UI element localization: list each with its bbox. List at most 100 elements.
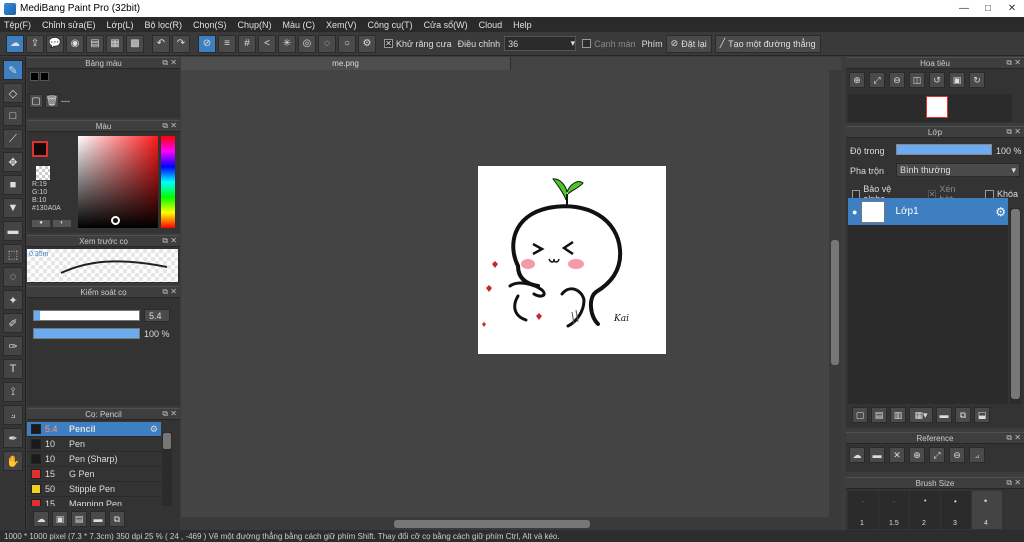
navigator-preview[interactable] <box>848 94 1012 122</box>
vanish-snap-icon[interactable]: < <box>258 34 276 53</box>
palette-swatch[interactable] <box>30 72 39 81</box>
eyedropper-tool-icon[interactable]: ⟓ <box>3 405 23 425</box>
menu-edit[interactable]: Chỉnh sửa(E) <box>42 20 96 30</box>
eyedropper-icon[interactable]: ⟓ <box>969 447 985 463</box>
brush-size-option[interactable]: · 1 <box>848 491 878 529</box>
brush-size-option[interactable]: • 3 <box>941 491 971 529</box>
new-layer-1bit-icon[interactable]: ▥ <box>890 407 906 423</box>
fit-window-icon[interactable]: ▣ <box>949 72 965 88</box>
template-icon[interactable]: ▦ <box>106 34 124 53</box>
gear-icon[interactable]: ⚙ <box>358 34 376 53</box>
rect-tool-icon[interactable]: □ <box>3 106 23 126</box>
comment-icon[interactable]: 💬 <box>46 34 64 53</box>
select-eraser-tool-icon[interactable]: ✑ <box>3 336 23 356</box>
brush-size-option[interactable]: • 2 <box>910 491 940 529</box>
document-icon[interactable]: ▤ <box>86 34 104 53</box>
menu-window[interactable]: Cửa sổ(W) <box>424 20 468 30</box>
brush-list-item[interactable]: 10 Pen (Sharp) <box>27 452 161 467</box>
close-icon[interactable]: ✕ <box>889 447 905 463</box>
palette-swatch[interactable] <box>40 72 49 81</box>
brush-list-item[interactable]: 5.4 Pencil ⚙ <box>27 422 161 437</box>
brush-list-item[interactable]: 15 Mapping Pen <box>27 497 161 506</box>
document-tab[interactable]: me.png <box>181 57 511 70</box>
grid-icon[interactable]: ▩ <box>126 34 144 53</box>
merge-layer-icon[interactable]: ⬓ <box>974 407 990 423</box>
minimize-button[interactable]: — <box>952 0 976 17</box>
select-rect-tool-icon[interactable]: ⬚ <box>3 244 23 264</box>
move-tool-icon[interactable]: ✥ <box>3 152 23 172</box>
close-button[interactable]: ✕ <box>1000 0 1024 17</box>
gear-icon[interactable]: ⚙ <box>995 205 1006 219</box>
horizontal-scrollbar[interactable] <box>181 517 841 530</box>
brush-list-item[interactable]: 50 Stipple Pen <box>27 482 161 497</box>
brush-size-option[interactable]: • 4 <box>972 491 1002 529</box>
brush-size-value[interactable]: 5.4 <box>144 309 170 322</box>
brush-tool-icon[interactable]: ✎ <box>3 60 23 80</box>
pen-tool-icon[interactable]: ✒ <box>3 428 23 448</box>
text-tool-icon[interactable]: T <box>3 359 23 379</box>
blend-mode-select[interactable]: Bình thường ▾ <box>896 163 1020 177</box>
reset-button[interactable]: ⊘ Đặt lại <box>665 34 712 53</box>
edge-checkbox[interactable]: Cạnh màn <box>582 39 636 49</box>
magic-wand-tool-icon[interactable]: ✦ <box>3 290 23 310</box>
menu-snap[interactable]: Chụp(N) <box>238 20 272 30</box>
duplicate-layer-icon[interactable]: ⧉ <box>955 407 971 423</box>
no-snap-icon[interactable]: ⊘ <box>198 34 216 53</box>
new-layer-menu-icon[interactable]: ▦▾ <box>909 407 933 423</box>
canvas-page[interactable]: Kai <box>478 166 666 354</box>
rotate-left-icon[interactable]: ↺ <box>929 72 945 88</box>
menu-tools[interactable]: Công cụ(T) <box>368 20 413 30</box>
foreground-color[interactable] <box>32 141 48 157</box>
rotate-right-icon[interactable]: ↻ <box>969 72 985 88</box>
transparent-swatch[interactable] <box>36 166 50 180</box>
fit-icon[interactable]: ⤢ <box>929 447 945 463</box>
export-icon[interactable]: ⇪ <box>26 34 44 53</box>
divide-tool-icon[interactable]: ⟟ <box>3 382 23 402</box>
menu-layer[interactable]: Lớp(L) <box>107 20 134 30</box>
visibility-icon[interactable]: ● <box>852 207 857 217</box>
color-saturation-picker[interactable] <box>78 136 158 228</box>
panel-close-icon[interactable]: ⧉ ✕ <box>162 58 177 68</box>
zoom-in-icon[interactable]: ⊕ <box>909 447 925 463</box>
actual-size-icon[interactable]: ◫ <box>909 72 925 88</box>
straight-line-button[interactable]: ╱ Tạo một đường thẳng <box>714 34 821 53</box>
brush-size-slider[interactable] <box>33 310 140 321</box>
folder-icon[interactable]: ▬ <box>936 407 952 423</box>
brush-settings-icon[interactable]: ▤ <box>71 511 87 527</box>
adjust-dropdown[interactable]: 36 ▾ <box>504 36 577 51</box>
zoom-out-icon[interactable]: ⊖ <box>889 72 905 88</box>
bucket-tool-icon[interactable]: ▼ <box>3 198 23 218</box>
zoom-in-icon[interactable]: ⊕ <box>849 72 865 88</box>
hue-slider[interactable] <box>161 136 175 228</box>
circle-snap-icon[interactable]: ◎ <box>298 34 316 53</box>
cloud-icon[interactable]: ☁ <box>6 34 24 53</box>
folder-open-icon[interactable]: ▬ <box>869 447 885 463</box>
cross-snap-icon[interactable]: # <box>238 34 256 53</box>
layer-opacity-slider[interactable] <box>896 144 992 155</box>
select-pen-tool-icon[interactable]: ✐ <box>3 313 23 333</box>
antialias-checkbox[interactable]: ✕ Khử răng cưa <box>384 39 452 49</box>
undo-icon[interactable]: ↶ <box>152 34 170 53</box>
menu-filter[interactable]: Bộ lọc(R) <box>144 20 182 30</box>
parallel-snap-icon[interactable]: ≡ <box>218 34 236 53</box>
gradient-tool-icon[interactable]: ▬ <box>3 221 23 241</box>
menu-view[interactable]: Xem(V) <box>326 20 357 30</box>
new-palette-icon[interactable]: ▢ <box>29 94 43 108</box>
new-layer-8bit-icon[interactable]: ▤ <box>871 407 887 423</box>
ellipse-snap-icon[interactable]: ○ <box>338 34 356 53</box>
layer-list-scrollbar[interactable] <box>1010 208 1021 404</box>
hand-tool-icon[interactable]: ✋ <box>3 451 23 471</box>
vertical-scrollbar[interactable] <box>829 70 841 517</box>
fit-icon[interactable]: ⤢ <box>869 72 885 88</box>
new-layer-icon[interactable]: ▢ <box>852 407 868 423</box>
lasso-tool-icon[interactable]: ◌ <box>3 267 23 287</box>
radial-snap-icon[interactable]: ✳ <box>278 34 296 53</box>
color-option-icon[interactable]: ● <box>32 220 50 227</box>
eraser-tool-icon[interactable]: ◇ <box>3 83 23 103</box>
trash-icon[interactable]: 🗑 <box>45 94 59 108</box>
brush-list-item[interactable]: 10 Pen <box>27 437 161 452</box>
dot-brush-tool-icon[interactable]: ⟋ <box>3 129 23 149</box>
folder-icon[interactable]: ▬ <box>90 511 106 527</box>
curve-snap-icon[interactable]: ◌ <box>318 34 336 53</box>
speech-bubble-icon[interactable]: ◉ <box>66 34 84 53</box>
